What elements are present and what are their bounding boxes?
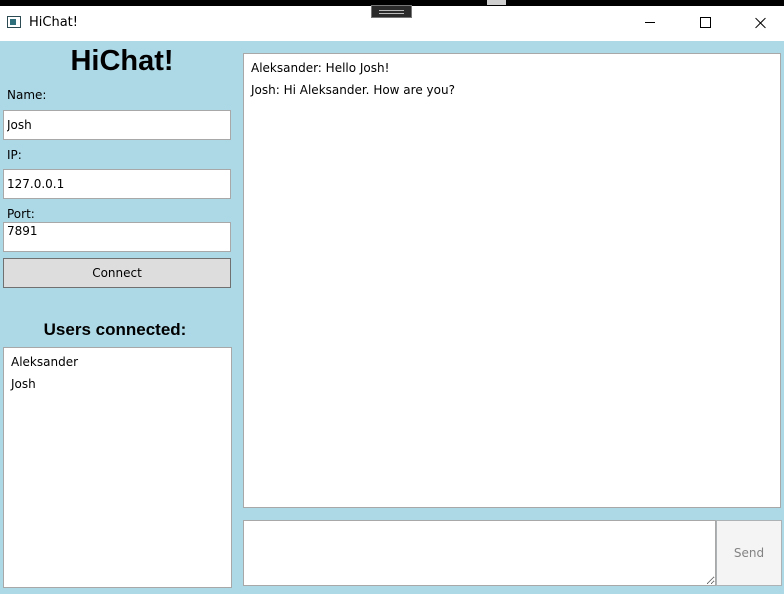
minimize-icon bbox=[645, 22, 655, 23]
close-button[interactable] bbox=[738, 6, 784, 39]
send-button[interactable]: Send bbox=[716, 520, 782, 586]
name-input[interactable] bbox=[3, 110, 231, 140]
users-connected-title: Users connected: bbox=[43, 320, 187, 339]
minimize-button[interactable] bbox=[627, 6, 673, 39]
chat-log[interactable]: Aleksander: Hello Josh! Josh: Hi Aleksan… bbox=[243, 53, 781, 508]
message-input[interactable] bbox=[243, 520, 716, 586]
name-label: Name: bbox=[7, 88, 47, 102]
close-icon bbox=[755, 17, 767, 29]
port-input[interactable] bbox=[3, 222, 231, 252]
port-label: Port: bbox=[7, 207, 35, 221]
user-item[interactable]: Aleksander bbox=[11, 352, 231, 374]
maximize-button[interactable] bbox=[682, 6, 728, 39]
chat-message: Josh: Hi Aleksander. How are you? bbox=[251, 83, 455, 97]
top-grip bbox=[487, 0, 506, 5]
ip-label: IP: bbox=[7, 148, 22, 162]
snap-handle[interactable] bbox=[371, 5, 412, 18]
users-list[interactable]: Aleksander Josh bbox=[3, 347, 232, 588]
ip-input[interactable] bbox=[3, 169, 231, 199]
app-icon bbox=[7, 16, 21, 28]
window-title: HiChat! bbox=[29, 15, 78, 30]
connect-button[interactable]: Connect bbox=[3, 258, 231, 288]
app-heading: HiChat! bbox=[70, 45, 174, 77]
maximize-icon bbox=[699, 17, 711, 28]
chat-message: Aleksander: Hello Josh! bbox=[251, 61, 390, 75]
user-item[interactable]: Josh bbox=[11, 374, 231, 396]
